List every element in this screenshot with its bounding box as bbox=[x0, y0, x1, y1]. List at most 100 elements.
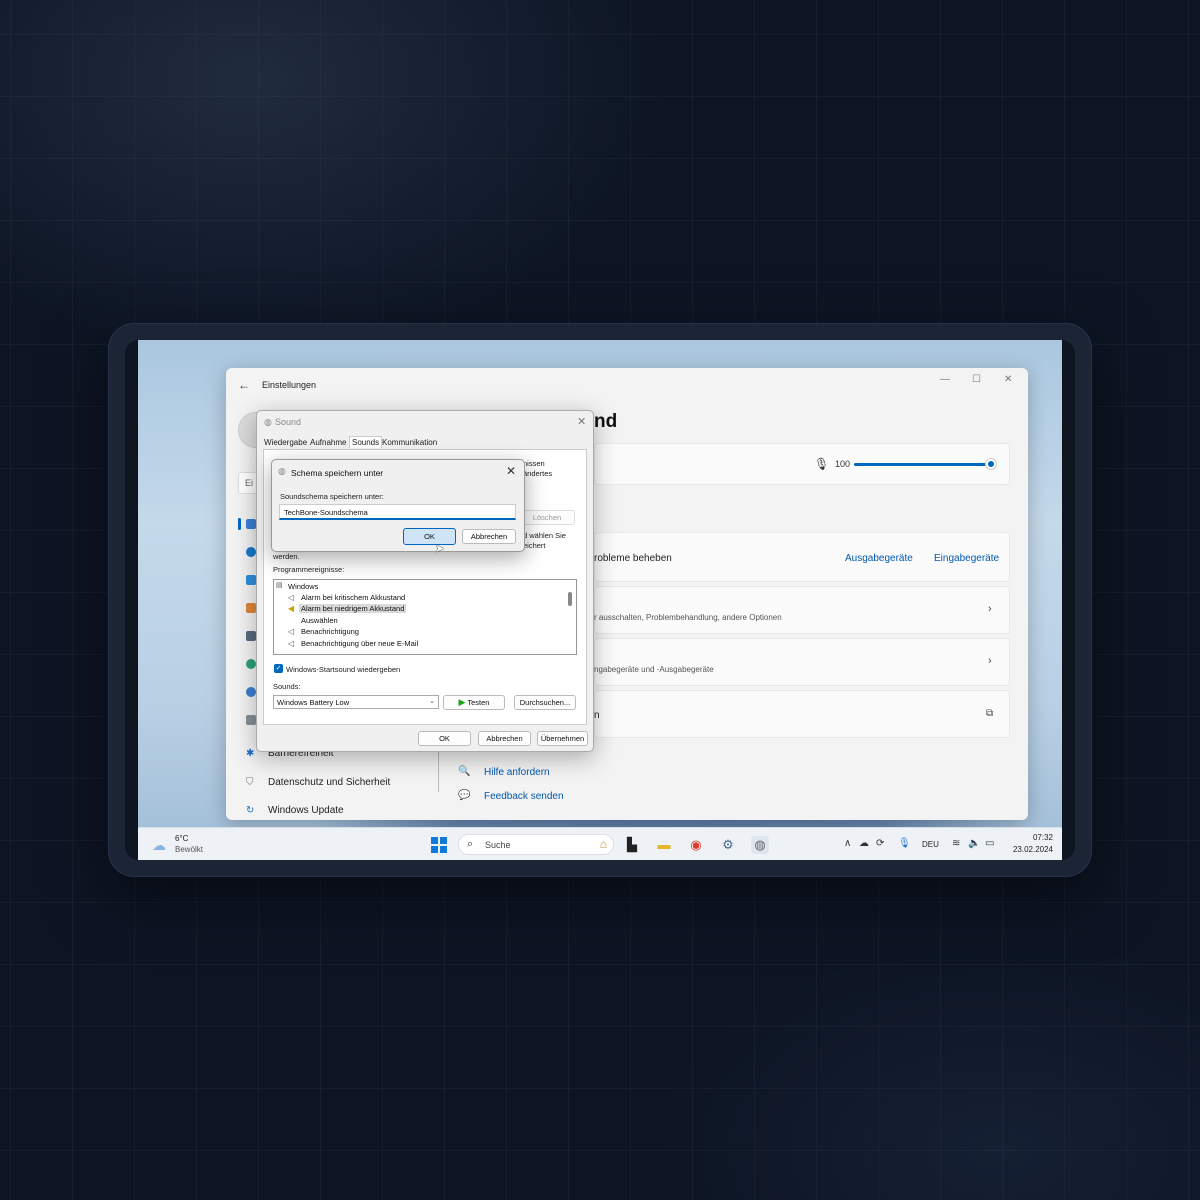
page-title: nd bbox=[594, 411, 618, 432]
tab-communication[interactable]: Kommunikation bbox=[382, 438, 437, 447]
microphone-tray-icon[interactable]: 🎙 bbox=[898, 838, 911, 849]
settings-window-title: Einstellungen bbox=[262, 380, 317, 390]
battery-icon[interactable]: ▭ bbox=[985, 838, 994, 849]
delete-scheme-button[interactable]: Löschen bbox=[519, 510, 575, 525]
ok-button[interactable]: OK bbox=[403, 528, 456, 545]
help-icon: 🔍 bbox=[458, 766, 471, 777]
minimize-icon[interactable]: — bbox=[940, 374, 950, 385]
nav-item-windows-update[interactable]: Windows Update bbox=[268, 805, 344, 816]
language-indicator[interactable]: DEU bbox=[922, 840, 939, 849]
clock-time[interactable]: 07:32 bbox=[1023, 833, 1053, 842]
content-divider bbox=[438, 748, 439, 792]
weather-condition[interactable]: Bewölkt bbox=[175, 845, 203, 854]
list-item-selected[interactable]: Alarm bei niedrigem Akkustand bbox=[299, 604, 407, 613]
description-fragment: nissen bbox=[523, 459, 545, 468]
back-arrow-icon[interactable]: ← bbox=[238, 378, 250, 392]
file-explorer-icon[interactable]: ▬ bbox=[655, 836, 673, 854]
folder-icon: ▤ bbox=[276, 582, 283, 589]
taskbar-search[interactable]: ⌕ Suche ⌂ bbox=[458, 834, 614, 855]
chevron-up-icon[interactable]: ∧ bbox=[844, 838, 851, 849]
nav-active-indicator bbox=[238, 518, 241, 530]
description-fragment: eichert bbox=[523, 541, 546, 550]
speaker-icon: ◁ bbox=[288, 627, 295, 636]
windows-logo-icon bbox=[431, 846, 438, 853]
wifi-icon[interactable]: ≋ bbox=[952, 838, 960, 849]
ok-button[interactable]: OK bbox=[418, 731, 471, 746]
list-item[interactable]: Auswählen bbox=[301, 616, 338, 625]
bluetooth-icon[interactable] bbox=[246, 547, 256, 557]
help-link[interactable]: Hilfe anfordern bbox=[484, 767, 550, 778]
search-highlight-icon: ⌂ bbox=[599, 837, 607, 851]
device-frame: ← Einstellungen — ☐ ✕ Ei ✱ Barrierefreih… bbox=[108, 323, 1092, 877]
close-icon[interactable]: ✕ bbox=[577, 415, 586, 428]
weather-temp[interactable]: 6°C bbox=[175, 834, 188, 843]
feedback-icon: 💬 bbox=[458, 790, 471, 801]
test-button-label: Testen bbox=[467, 698, 490, 707]
chevron-right-icon: › bbox=[988, 603, 992, 615]
list-item[interactable]: Windows bbox=[288, 582, 318, 591]
apply-button[interactable]: Übernehmen bbox=[537, 731, 588, 746]
list-item[interactable]: Benachrichtigung über neue E-Mail bbox=[301, 639, 418, 648]
tab-playback[interactable]: Wiedergabe bbox=[264, 438, 307, 447]
cloud-icon[interactable]: ☁ bbox=[152, 837, 166, 854]
network-icon[interactable] bbox=[246, 575, 256, 585]
maximize-icon[interactable]: ☐ bbox=[972, 374, 981, 385]
more-settings-card[interactable] bbox=[594, 690, 1010, 738]
windows-logo-icon bbox=[440, 837, 447, 844]
save-dialog-title: Schema speichern unter bbox=[291, 468, 384, 478]
task-view-icon[interactable]: ▙ bbox=[623, 836, 641, 854]
program-events-list[interactable]: ▤ Windows ◁ Alarm bei kritischem Akkusta… bbox=[273, 579, 577, 655]
startup-sound-label: Windows-Startsound wiedergeben bbox=[286, 665, 401, 674]
devices-card[interactable] bbox=[594, 638, 1010, 686]
description-fragment: werden. bbox=[273, 552, 300, 561]
settings-gear-icon[interactable]: ⚙ bbox=[719, 836, 737, 854]
more-options-card[interactable] bbox=[594, 586, 1010, 634]
cancel-button[interactable]: Abbrechen bbox=[462, 529, 516, 544]
save-dialog-icon: ◍ bbox=[278, 466, 286, 476]
close-icon[interactable]: ✕ bbox=[506, 464, 516, 478]
scheme-name-input[interactable]: TechBone-Soundschema bbox=[279, 504, 516, 520]
nav-item-privacy[interactable]: Datenschutz und Sicherheit bbox=[268, 777, 390, 788]
sound-app-icon[interactable]: ◍ bbox=[751, 836, 769, 854]
browse-button[interactable]: Durchsuchen... bbox=[514, 695, 576, 710]
startup-sound-checkbox[interactable]: ✓ bbox=[274, 664, 283, 673]
accounts-icon[interactable] bbox=[246, 659, 256, 669]
list-item[interactable]: Alarm bei kritischem Akkustand bbox=[301, 593, 405, 602]
time-language-icon[interactable] bbox=[246, 687, 256, 697]
tab-recording[interactable]: Aufnahme bbox=[310, 438, 346, 447]
volume-slider-track[interactable] bbox=[854, 463, 986, 466]
speaker-icon: ◁ bbox=[288, 639, 295, 648]
test-button[interactable]: ▶ Testen bbox=[443, 695, 505, 710]
play-icon: ▶ bbox=[458, 697, 466, 707]
feedback-link[interactable]: Feedback senden bbox=[484, 791, 564, 802]
sounds-label: Sounds: bbox=[273, 682, 301, 691]
apps-icon[interactable] bbox=[246, 631, 256, 641]
cloud-tray-icon[interactable]: ☁ bbox=[859, 838, 869, 849]
cancel-button[interactable]: Abbrechen bbox=[478, 731, 531, 746]
microphone-icon: 🎙 bbox=[814, 457, 830, 471]
troubleshoot-label: robleme beheben bbox=[594, 553, 672, 564]
system-icon[interactable] bbox=[246, 519, 256, 529]
speaker-icon: ◁ bbox=[288, 593, 295, 602]
description-fragment: ändertes bbox=[523, 469, 553, 478]
volume-icon[interactable]: 🔈 bbox=[968, 838, 980, 849]
chrome-icon[interactable]: ◉ bbox=[687, 836, 705, 854]
taskbar: ☁ 6°C Bewölkt ⌕ Suche ⌂ ▙ ▬ ◉ ⚙ ◍ ∧ ☁ ⟳ … bbox=[138, 827, 1062, 860]
sound-select[interactable]: Windows Battery Low ⌄ bbox=[273, 695, 439, 709]
taskbar-search-placeholder: Suche bbox=[485, 840, 511, 850]
start-button[interactable] bbox=[431, 837, 447, 853]
close-icon[interactable]: ✕ bbox=[1004, 374, 1012, 385]
personalization-icon[interactable] bbox=[246, 603, 256, 613]
list-scrollbar-thumb[interactable] bbox=[568, 592, 572, 606]
gaming-icon[interactable] bbox=[246, 715, 256, 725]
sync-icon[interactable]: ⟳ bbox=[876, 838, 884, 849]
device-bezel: ← Einstellungen — ☐ ✕ Ei ✱ Barrierefreih… bbox=[125, 340, 1075, 860]
list-item[interactable]: Benachrichtigung bbox=[301, 627, 359, 636]
input-devices-link[interactable]: Eingabegeräte bbox=[934, 553, 999, 564]
clock-date[interactable]: 23.02.2024 bbox=[998, 845, 1053, 854]
output-devices-link[interactable]: Ausgabegeräte bbox=[845, 553, 913, 564]
volume-slider-thumb[interactable] bbox=[985, 458, 997, 470]
tab-sounds[interactable]: Sounds bbox=[349, 436, 383, 448]
devices-subtitle: ngabegeräte und -Ausgabegeräte bbox=[594, 665, 714, 674]
scheme-name-label: Soundschema speichern unter: bbox=[280, 492, 384, 501]
